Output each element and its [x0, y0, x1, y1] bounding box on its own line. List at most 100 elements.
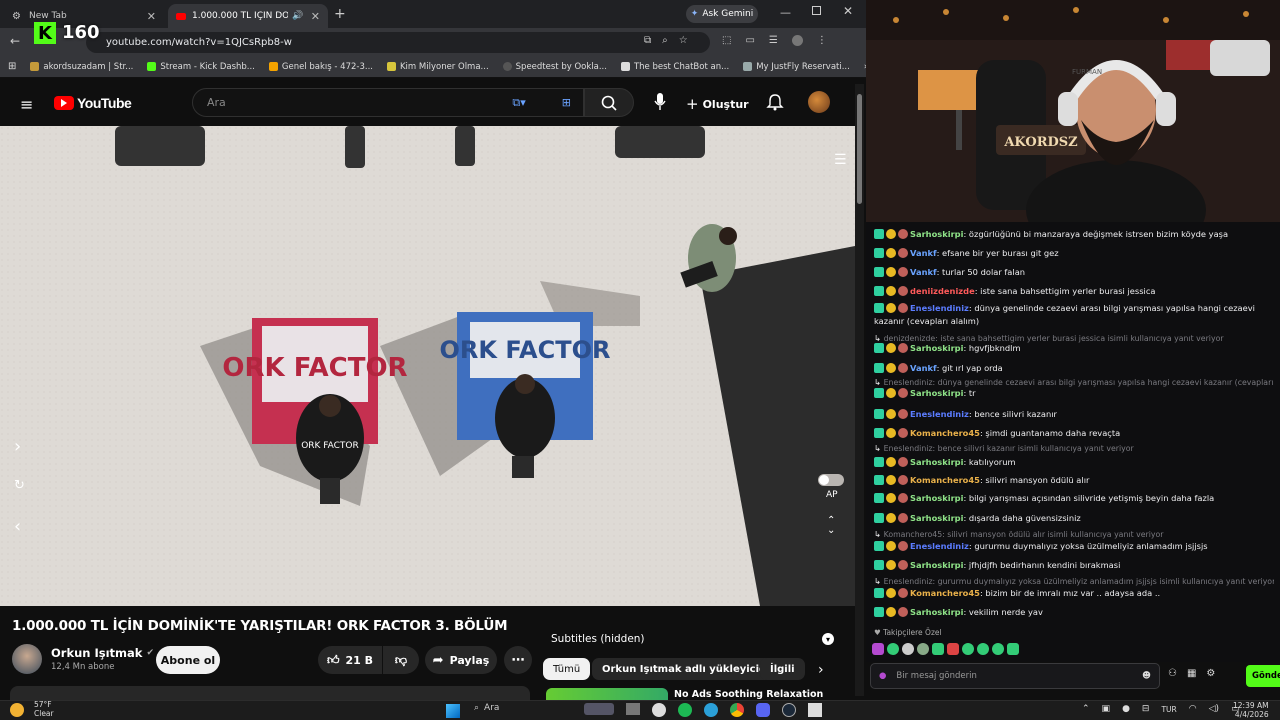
taskbar-search[interactable]: ⌕ Ara [474, 703, 499, 713]
chat-username[interactable]: Sarhoskirpi [910, 229, 963, 239]
video-player[interactable]: ORK FACTOR ORK FACTOR ORK FACTOR [0, 126, 855, 606]
more-actions-button[interactable]: ⋯ [504, 646, 532, 674]
chat-username[interactable]: Sarhoskirpi [910, 560, 963, 570]
spotify-icon[interactable] [678, 703, 692, 717]
chrome-icon[interactable] [730, 703, 744, 717]
back-arrow-icon[interactable]: ← [10, 34, 20, 48]
widget-app-icon[interactable] [584, 703, 614, 715]
playlist-icon[interactable]: ☰ [834, 152, 847, 168]
next-video-thumbnail[interactable] [546, 688, 668, 700]
discord-icon[interactable] [756, 703, 770, 717]
chip-all[interactable]: Tümü [543, 658, 591, 680]
zoom-icon[interactable]: ⌕ [662, 35, 668, 46]
emote[interactable] [917, 643, 929, 655]
apps-grid-icon[interactable]: ⊞ [8, 61, 16, 72]
tray-app-icon[interactable]: ▣ [1102, 704, 1111, 714]
chat-username[interactable]: Vankf [910, 267, 937, 277]
send-button[interactable]: Gönder [1246, 665, 1280, 687]
cast-icon[interactable]: ⧉ [644, 35, 651, 46]
speaker-icon[interactable]: 🔊 [292, 11, 303, 21]
back-chevron-icon[interactable]: ‹ [14, 516, 21, 537]
emote[interactable] [1007, 643, 1019, 655]
subtitles-panel-header[interactable]: Subtitles (hidden) ▾ [540, 626, 842, 652]
channel-avatar[interactable] [12, 644, 42, 674]
chat-username[interactable]: Komanchero45 [910, 588, 980, 598]
expand-chevrons-icon[interactable]: ⌃ ⌄ [827, 516, 835, 536]
extensions-icon[interactable]: ⬚ [722, 35, 731, 46]
chat-username[interactable]: Sarhoskirpi [910, 607, 963, 617]
youtube-logo[interactable]: YouTube [54, 95, 132, 111]
search-button[interactable] [584, 88, 634, 117]
subscribe-button[interactable]: Abone ol [156, 646, 220, 674]
page-scrollbar[interactable] [855, 84, 864, 696]
create-button[interactable]: + Oluştur [686, 95, 749, 113]
chevron-down-icon[interactable]: ▾ [822, 633, 834, 645]
chips-next-chevron-icon[interactable]: › [818, 662, 824, 678]
file-explorer-icon[interactable] [626, 703, 640, 715]
next-video-title[interactable]: No Ads Soothing Relaxation [674, 688, 834, 700]
emote[interactable] [977, 643, 989, 655]
chat-username[interactable]: deniizdenizde [910, 286, 975, 296]
chat-username[interactable]: Vankf [910, 248, 937, 258]
ask-gemini-button[interactable]: ✦ Ask Gemini [686, 5, 758, 23]
previous-chevron-icon[interactable]: › [14, 436, 21, 457]
emote[interactable] [902, 643, 914, 655]
close-icon[interactable]: ✕ [147, 10, 156, 23]
chat-username[interactable]: Eneslendiniz [910, 541, 969, 551]
chip-related[interactable]: İlgili [760, 658, 805, 680]
dislike-button[interactable]: 👎︎ [383, 646, 419, 674]
hamburger-menu-icon[interactable]: ≡ [20, 95, 33, 114]
steam-icon[interactable] [782, 703, 796, 717]
notifications-button[interactable] [766, 93, 784, 111]
chat-username[interactable]: Sarhoskirpi [910, 457, 963, 467]
window-close-button[interactable]: ✕ [843, 4, 853, 18]
autoplay-toggle[interactable] [818, 474, 844, 486]
new-tab-button[interactable]: + [334, 6, 346, 22]
language-indicator[interactable]: TUR [1161, 705, 1176, 714]
volume-icon[interactable]: ◁) [1209, 704, 1219, 714]
clock[interactable]: 12:39 AM 4/4/2026 [1233, 701, 1269, 719]
bookmark-item[interactable]: The best ChatBot an... [620, 62, 729, 72]
close-icon[interactable]: ✕ [311, 10, 320, 23]
weather-widget[interactable]: 57°F Clear [34, 700, 54, 718]
edge-icon[interactable] [704, 703, 718, 717]
chat-username[interactable]: Komanchero45 [910, 475, 980, 485]
emote[interactable] [872, 643, 884, 655]
app-icon[interactable] [808, 703, 822, 717]
bookmark-item[interactable]: Genel bakış - 472-3... [268, 62, 373, 72]
description-box[interactable] [10, 686, 530, 700]
chat-username[interactable]: Sarhoskirpi [910, 343, 963, 353]
downloads-icon[interactable]: ☰ [769, 35, 778, 46]
menu-dots-icon[interactable]: ⋮ [817, 35, 827, 46]
chat-username[interactable]: Sarhoskirpi [910, 513, 963, 523]
emote[interactable] [887, 643, 899, 655]
screen-capture-icon[interactable]: ⊞ [562, 96, 571, 109]
address-bar[interactable]: youtube.com/watch?v=1QJCsRpb8-w [86, 32, 710, 53]
like-button[interactable]: 👍︎ 21 B [318, 646, 382, 674]
bookmark-item[interactable]: Kim Milyoner Olma... [386, 62, 489, 72]
microphone-tray-icon[interactable]: ● [1122, 704, 1130, 714]
github-icon[interactable] [652, 703, 666, 717]
scrollbar-thumb[interactable] [857, 94, 862, 204]
replay-icon[interactable]: ↻ [14, 478, 25, 493]
windows-start-icon[interactable] [446, 704, 460, 718]
chat-username[interactable]: Eneslendiniz [910, 303, 969, 313]
channel-name[interactable]: Orkun Işıtmak ✔ [51, 646, 154, 660]
translate-icon[interactable]: ⧉▾ [512, 96, 525, 110]
tray-chevron-icon[interactable]: ⌃ [1082, 704, 1090, 714]
emote[interactable] [992, 643, 1004, 655]
emote[interactable] [932, 643, 944, 655]
minimize-button[interactable]: — [780, 6, 791, 19]
chat-username[interactable]: Sarhoskirpi [910, 388, 963, 398]
profile-avatar[interactable] [791, 35, 803, 46]
split-view-icon[interactable]: ▭ [745, 35, 754, 46]
chat-username[interactable]: Vankf [910, 363, 937, 373]
bookmark-item[interactable]: akordsuzadam | Str... [30, 62, 133, 72]
chat-username[interactable]: Komanchero45 [910, 428, 980, 438]
settings-gear-icon[interactable]: ⚙ [1206, 668, 1215, 679]
share-button[interactable]: ➦ Paylaş [425, 646, 497, 674]
tray-app-icon[interactable]: ⊟ [1142, 704, 1150, 714]
calendar-icon[interactable]: ▦ [1187, 668, 1196, 679]
tab-youtube-video[interactable]: 1.000.000 TL İÇİN DOMİNİK'TE 🔊 ✕ [168, 4, 328, 28]
emote[interactable] [962, 643, 974, 655]
